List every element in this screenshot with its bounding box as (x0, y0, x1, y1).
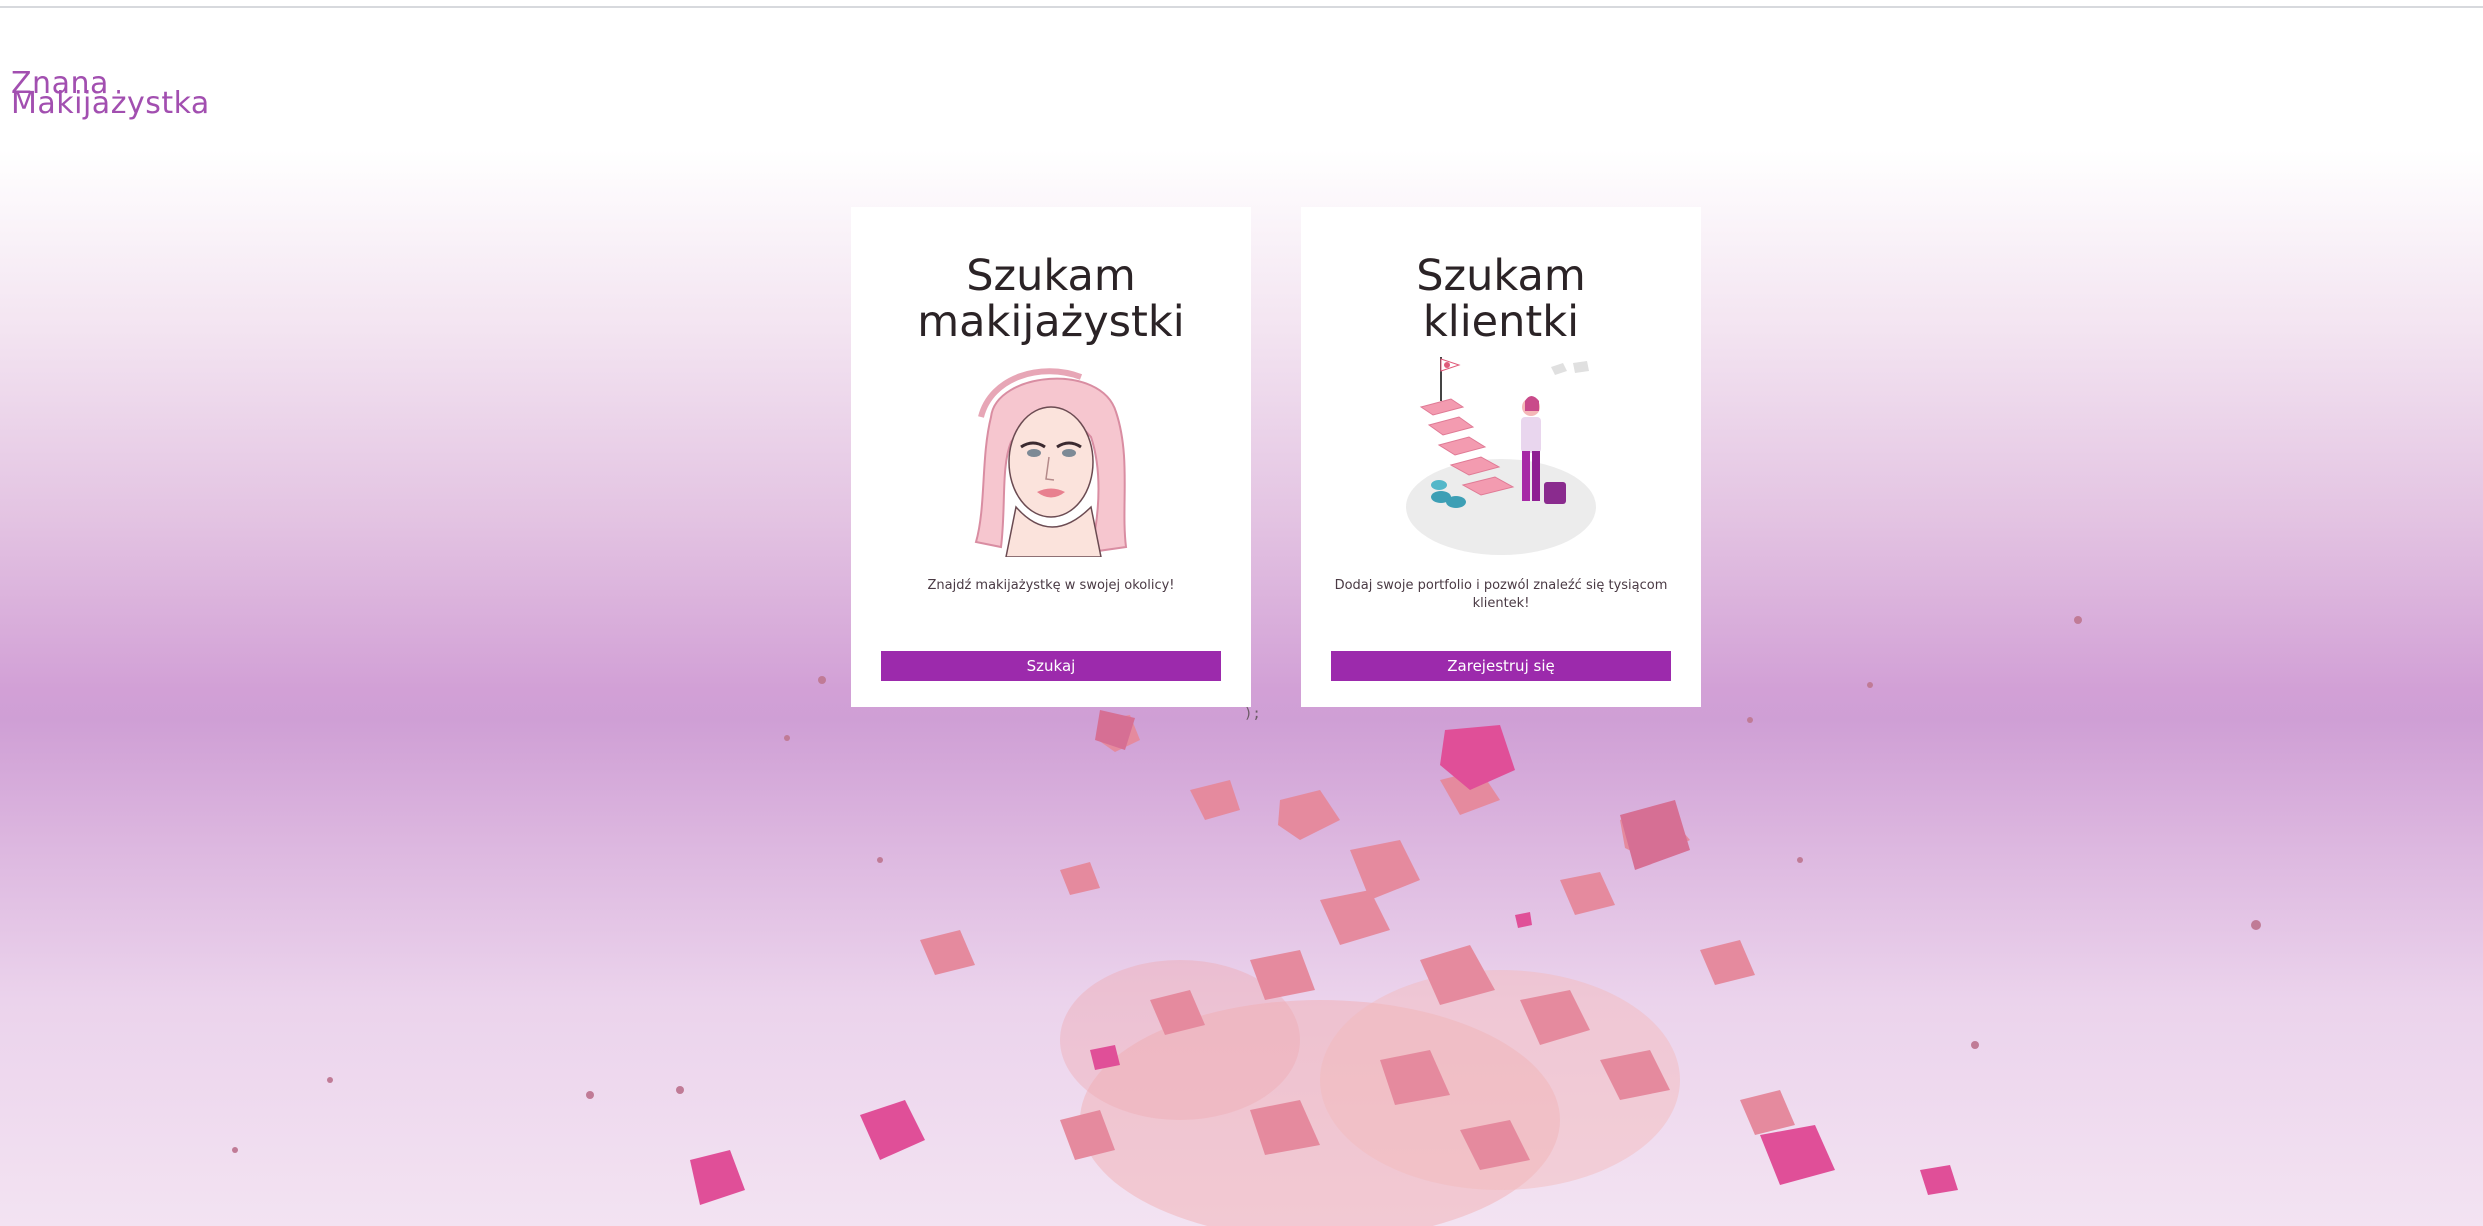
register-button[interactable]: Zarejestruj się (1331, 651, 1671, 681)
logo-line-2: Makijażystka (11, 86, 210, 121)
top-divider (0, 6, 2483, 8)
card-title-line-2: klientki (1422, 297, 1580, 347)
stray-text-mark: ); (1244, 706, 1261, 722)
card-description: Znajdź makijażystkę w swojej okolicy! (927, 578, 1175, 593)
card-description: Dodaj swoje portfolio i pozwól znaleźć s… (1334, 578, 1668, 611)
find-makeup-artist-card: Szukam makijażystki Znajdź makijażystkę … (851, 207, 1251, 707)
find-client-card: Szukam klientki Dodaj swoje portfolio i … (1301, 207, 1701, 707)
card-title-line-1: Szukam (966, 251, 1136, 301)
card-title: Szukam klientki (1301, 253, 1701, 345)
search-button[interactable]: Szukaj (881, 651, 1221, 681)
card-title: Szukam makijażystki (851, 253, 1251, 345)
career-stairs-illustration (1406, 357, 1596, 555)
site-logo[interactable]: Znana Makijażystka (11, 69, 210, 121)
woman-face-illustration (974, 368, 1128, 557)
card-title-line-2: makijażystki (917, 297, 1185, 347)
card-title-line-1: Szukam (1416, 251, 1586, 301)
